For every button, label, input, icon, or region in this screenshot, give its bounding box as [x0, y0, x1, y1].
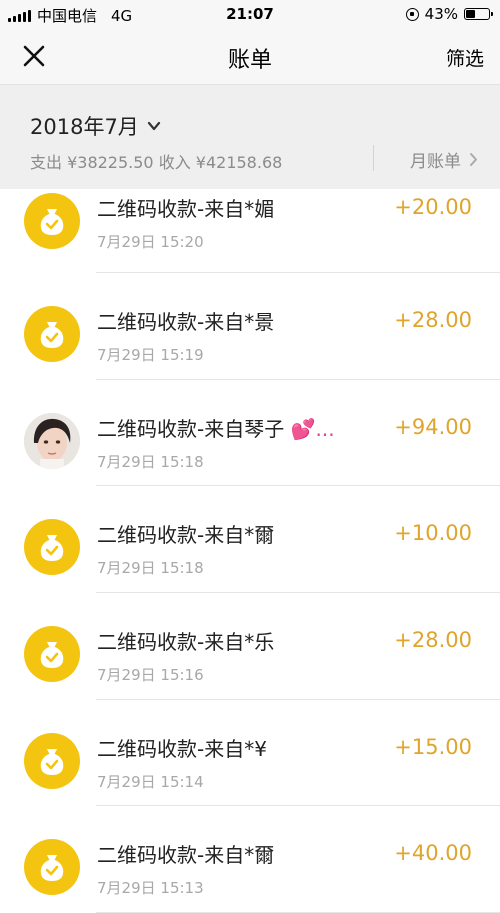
nav-bar: 账单 筛选 [0, 28, 500, 85]
transaction-row[interactable]: 二维码收款-来自*爾 7月29日 15:18 +10.00 [0, 486, 500, 594]
month-label: 2018年7月 [30, 115, 139, 139]
money-bag-icon [24, 839, 80, 896]
battery-icon [464, 8, 493, 20]
page-title: 账单 [227, 48, 272, 73]
transaction-amount: +28.00 [394, 628, 472, 653]
transaction-time: 7月29日 15:18 [97, 452, 204, 471]
chevron-right-icon [469, 152, 478, 167]
transaction-title: 二维码收款-来自*爾 [97, 519, 274, 548]
month-totals: 支出 ¥38225.50 收入 ¥42158.68 [30, 149, 282, 173]
battery-fill [466, 10, 475, 18]
status-right: 43% [405, 5, 493, 23]
transaction-title: 二维码收款-来自*爾 [97, 839, 274, 868]
totals-text: 支出 ¥38225.50 收入 ¥42158.68 [30, 153, 283, 172]
money-bag-icon [24, 519, 80, 576]
transaction-title: 二维码收款-来自*¥ [97, 733, 267, 762]
transaction-amount: +10.00 [394, 521, 472, 546]
transaction-amount: +94.00 [394, 414, 472, 439]
transaction-row[interactable]: 二维码收款-来自*乐 7月29日 15:16 +28.00 [0, 593, 500, 700]
bill-summary: 2018年7月 支出 ¥38225.50 收入 ¥42158.68 月账单 [0, 85, 500, 189]
battery-percent: 43% [424, 5, 458, 23]
transaction-time: 7月29日 15:18 [97, 559, 204, 578]
status-bar: 中国电信 4G 21:07 43% [0, 0, 500, 28]
transaction-title-text: 二维码收款-来自*景 [97, 310, 275, 334]
user-avatar-photo [24, 412, 80, 469]
filter-button[interactable]: 筛选 [446, 44, 484, 71]
transaction-amount: +20.00 [394, 195, 472, 219]
monthly-bill-label: 月账单 [410, 152, 461, 172]
transaction-title-suffix: 💕... [284, 416, 335, 441]
transaction-title-text: 二维码收款-来自*¥ [97, 736, 267, 761]
transaction-amount: +28.00 [394, 308, 472, 332]
rotation-lock-icon [405, 7, 419, 21]
transaction-row[interactable]: 二维码收款-来自*¥ 7月29日 15:14 +15.00 [0, 700, 500, 807]
money-bag-icon [24, 732, 80, 789]
money-bag-icon [24, 193, 80, 249]
transaction-title-text: 二维码收款-来自*爾 [97, 523, 275, 548]
transaction-title-text: 二维码收款-来自*爾 [97, 843, 275, 868]
transaction-row[interactable]: 二维码收款-来自*景 7月29日 15:19 +28.00 [0, 273, 500, 380]
close-button[interactable] [20, 42, 48, 70]
transaction-amount: +40.00 [394, 841, 472, 866]
transaction-row[interactable]: 二维码收款-来自*爾 7月29日 15:13 +40.00 [0, 806, 500, 913]
transaction-title: 二维码收款-来自*媚 [97, 193, 274, 222]
chevron-down-icon [147, 119, 161, 133]
transaction-time: 7月29日 15:16 [97, 666, 204, 685]
month-selector[interactable]: 2018年7月 [30, 111, 161, 141]
transaction-title: 二维码收款-来自*景 [97, 306, 274, 335]
transaction-title: 二维码收款-来自琴子 💕... [97, 413, 335, 442]
transaction-list: 二维码收款-来自*媚 7月29日 15:20 +20.00 二维码收款-来自*景… [0, 160, 500, 913]
money-bag-icon [24, 626, 80, 683]
close-icon [23, 45, 45, 67]
transaction-time: 7月29日 15:14 [97, 772, 204, 791]
transaction-title-text: 二维码收款-来自琴子 [97, 416, 285, 441]
transaction-title-text: 二维码收款-来自*乐 [97, 630, 275, 655]
transaction-time: 7月29日 15:19 [97, 346, 204, 364]
transaction-row[interactable]: 二维码收款-来自琴子 💕... 7月29日 15:18 +94.00 [0, 380, 500, 487]
transaction-time: 7月29日 15:20 [97, 233, 204, 251]
transaction-amount: +15.00 [394, 734, 472, 759]
divider [373, 145, 374, 171]
transaction-title: 二维码收款-来自*乐 [97, 626, 274, 655]
transaction-title-text: 二维码收款-来自*媚 [97, 197, 275, 221]
transaction-time: 7月29日 15:13 [97, 879, 204, 898]
monthly-bill-link[interactable]: 月账单 [410, 147, 478, 172]
money-bag-icon [24, 306, 80, 362]
